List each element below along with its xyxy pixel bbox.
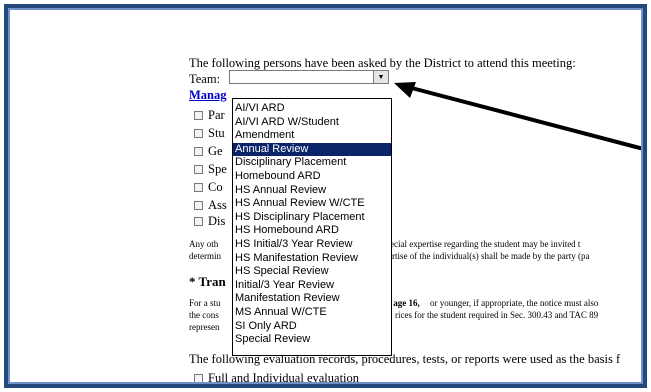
screenshot-frame: The following persons have been asked by… <box>4 4 647 388</box>
arrow-line <box>403 84 643 151</box>
arrow-head-icon <box>394 82 416 98</box>
arrow-annotation <box>394 82 643 151</box>
